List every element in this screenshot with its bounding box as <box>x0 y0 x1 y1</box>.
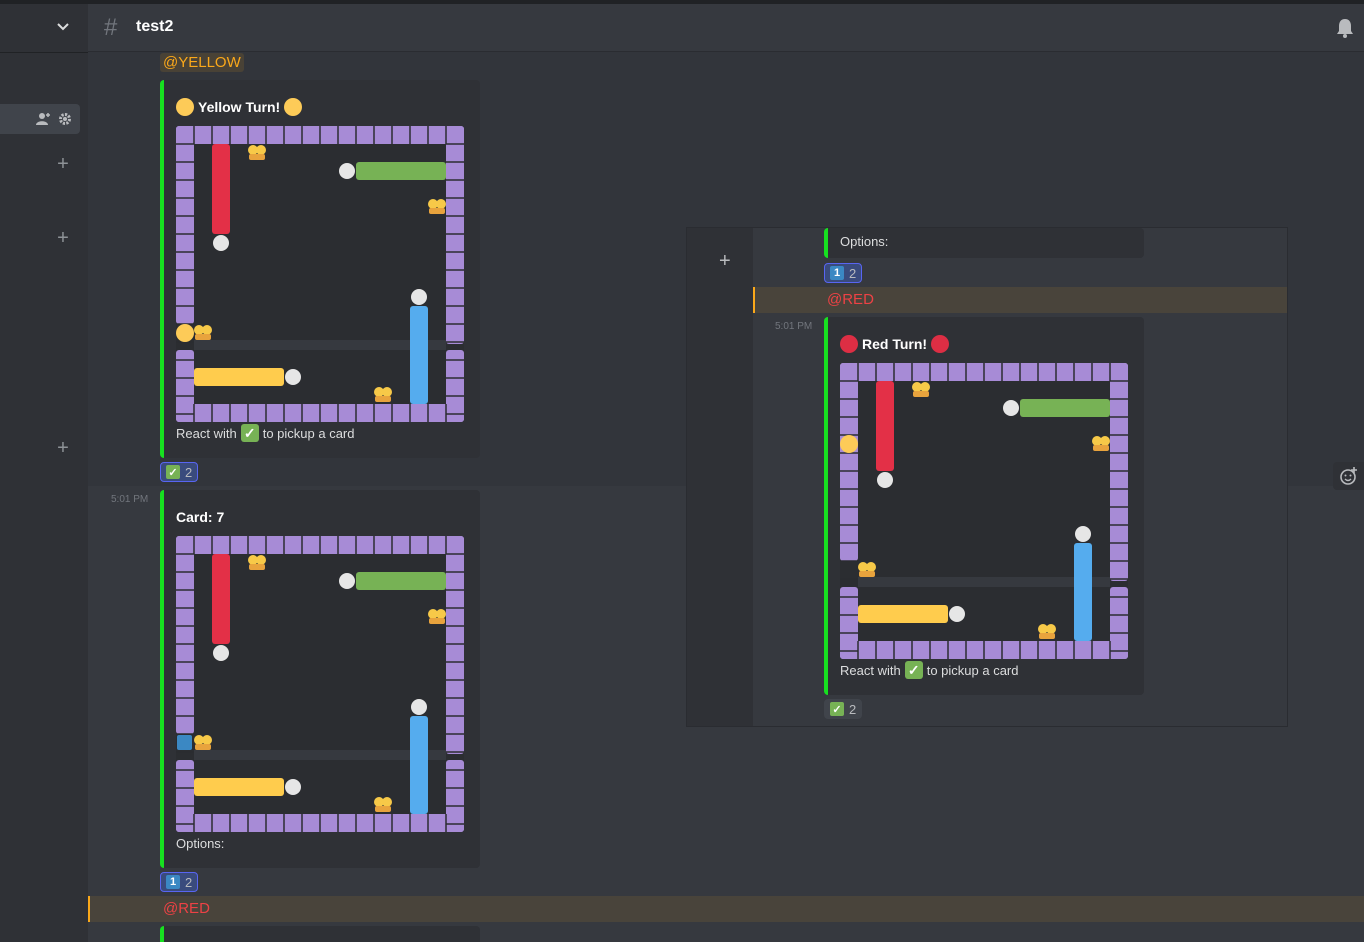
plus-icon[interactable]: + <box>719 250 731 273</box>
add-channel-plus-icon[interactable]: + <box>55 438 71 458</box>
role-mention[interactable]: @YELLOW <box>160 53 244 72</box>
checkmark-icon: ✓ <box>166 465 180 479</box>
add-reaction-icon <box>1339 467 1357 485</box>
yellow-circle-icon <box>176 98 194 116</box>
checkmark-icon: ✓ <box>830 702 844 716</box>
reaction-checkmark[interactable]: ✓ 2 <box>824 699 863 719</box>
mention-highlight <box>88 896 1364 922</box>
embed-footer: Options: <box>840 234 889 249</box>
checkmark-icon: ✓ <box>904 661 923 679</box>
add-member-icon[interactable] <box>36 112 52 126</box>
bell-icon[interactable] <box>1336 18 1354 38</box>
gear-icon[interactable] <box>58 112 72 126</box>
add-reaction-button[interactable] <box>1333 462 1364 490</box>
reaction-checkmark[interactable]: ✓ 2 <box>160 462 199 482</box>
embed-footer: Options: <box>176 836 225 851</box>
sidebar-item-active[interactable] <box>0 104 80 134</box>
add-channel-plus-icon[interactable]: + <box>55 154 71 174</box>
embed-footer: React with ✓ to pickup a card <box>840 661 1018 679</box>
keycap-one-icon: 1 <box>166 875 180 889</box>
game-embed: Card: 7 Options: <box>160 490 480 868</box>
embed-title: Yellow Turn! <box>176 98 303 116</box>
role-mention[interactable]: @RED <box>824 290 877 309</box>
chevron-down-icon[interactable] <box>56 20 70 34</box>
embed-title-text: Red Turn! <box>862 336 928 352</box>
embed-title: Card: 7 <box>176 509 225 525</box>
checkmark-icon: ✓ <box>240 424 259 442</box>
message-preview-panel: + Options: 1 2 @RED 5:01 PM Red Turn! Re… <box>687 228 1287 726</box>
embed-footer-text-pre: React with <box>840 662 901 678</box>
embed-footer-text-post: to pickup a card <box>262 425 355 441</box>
reaction-keycap-one[interactable]: 1 2 <box>824 263 863 283</box>
yellow-circle-icon <box>284 98 303 116</box>
channel-sidebar: + + + <box>0 4 88 942</box>
game-embed: Yellow Turn! React with ✓ to pickup a ca… <box>160 80 480 458</box>
reaction-count: 2 <box>849 701 857 717</box>
add-channel-plus-icon[interactable]: + <box>55 228 71 248</box>
red-circle-icon <box>840 335 858 353</box>
red-circle-icon <box>931 335 950 353</box>
game-board-image <box>176 126 464 422</box>
message-timestamp: 5:01 PM <box>111 494 149 505</box>
reaction-count: 2 <box>185 874 193 890</box>
reaction-keycap-one[interactable]: 1 2 <box>160 872 199 892</box>
embed-title-text: Yellow Turn! <box>198 99 281 115</box>
reaction-count: 2 <box>185 464 193 480</box>
embed-footer-text-post: to pickup a card <box>926 662 1019 678</box>
panel-gutter: + <box>687 228 753 726</box>
channel-name: test2 <box>136 18 174 35</box>
keycap-one-icon: 1 <box>830 266 844 280</box>
reaction-count: 2 <box>849 265 857 281</box>
game-embed: Red Turn! React with ✓ to pickup a card <box>824 317 1144 695</box>
server-header[interactable] <box>0 4 88 53</box>
channel-hash-icon: # <box>104 14 118 41</box>
options-embed: Options: <box>824 228 1144 258</box>
embed-footer: React with ✓ to pickup a card <box>176 424 354 442</box>
game-embed-partial <box>160 926 480 942</box>
channel-header: # test2 <box>88 4 1364 52</box>
embed-title: Red Turn! <box>840 335 950 353</box>
game-board-image <box>176 536 464 832</box>
game-board-image <box>840 363 1128 659</box>
message-timestamp: 5:01 PM <box>775 321 813 332</box>
embed-footer-text-pre: React with <box>176 425 237 441</box>
role-mention[interactable]: @RED <box>160 899 213 918</box>
